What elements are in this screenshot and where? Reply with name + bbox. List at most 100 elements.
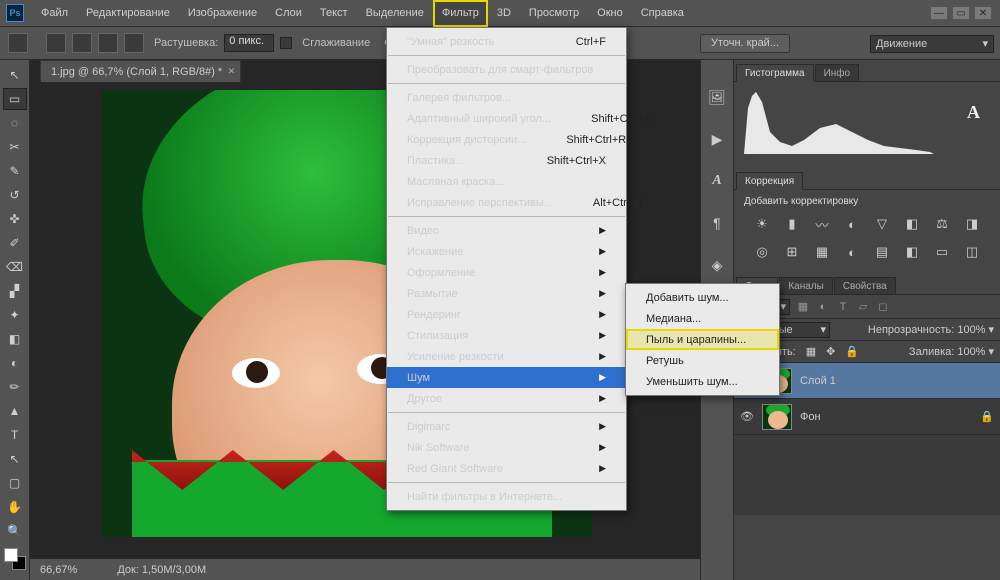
crop-tool[interactable]: ✎ <box>3 160 27 182</box>
feather-input[interactable]: 0 пикс. <box>224 34 274 52</box>
maximize-button[interactable]: ▭ <box>952 6 970 20</box>
menu-item-шум[interactable]: Шум▶ <box>387 367 626 388</box>
blur-tool[interactable]: ◐ <box>3 352 27 374</box>
posterize-icon[interactable]: ▤ <box>872 243 892 261</box>
curves-icon[interactable]: 〰 <box>812 215 832 233</box>
menu-item-найти-фильтры-в-интернете-[interactable]: Найти фильтры в Интернете... <box>387 486 626 507</box>
gradient-tool[interactable]: ◧ <box>3 328 27 350</box>
close-tab-icon[interactable]: ✕ <box>228 66 236 77</box>
invert-icon[interactable]: ◐ <box>842 243 862 261</box>
character-icon[interactable]: A <box>706 170 728 192</box>
gradient-map-icon[interactable]: ▭ <box>932 243 952 261</box>
filter-type-icon[interactable]: T <box>836 300 850 314</box>
tab-channels[interactable]: Каналы <box>779 277 833 294</box>
brush-tool[interactable]: ✐ <box>3 232 27 254</box>
path-select-tool[interactable]: ↖ <box>3 448 27 470</box>
histogram-warning-icon[interactable]: A <box>967 102 980 123</box>
lock-all-icon[interactable]: 🔒 <box>845 345 859 358</box>
tool-preset-icon[interactable] <box>8 33 28 53</box>
pen-tool[interactable]: ▲ <box>3 400 27 422</box>
healing-tool[interactable]: ✜ <box>3 208 27 230</box>
menu-layers[interactable]: Слои <box>266 0 311 27</box>
selection-intersect-icon[interactable] <box>124 33 144 53</box>
menu-filter[interactable]: Фильтр <box>433 0 488 27</box>
menu-edit[interactable]: Редактирование <box>77 0 179 27</box>
menu-item-видео[interactable]: Видео▶ <box>387 220 626 241</box>
stamp-tool[interactable]: ⌫ <box>3 256 27 278</box>
lasso-tool[interactable]: ◌ <box>3 112 27 134</box>
move-tool[interactable]: ↖ <box>3 64 27 86</box>
tab-adjustments[interactable]: Коррекция <box>736 172 803 190</box>
menu-item-усиление-резкости[interactable]: Усиление резкости▶ <box>387 346 626 367</box>
tab-histogram[interactable]: Гистограмма <box>736 64 814 82</box>
layer-name[interactable]: Фон <box>800 411 821 423</box>
menu-item-red-giant-software[interactable]: Red Giant Software▶ <box>387 458 626 479</box>
submenu-item-ретушь[interactable]: Ретушь <box>626 350 779 371</box>
menu-item-размытие[interactable]: Размытие▶ <box>387 283 626 304</box>
menu-view[interactable]: Просмотр <box>520 0 588 27</box>
menu-item-адаптивный-широкий-угол-[interactable]: Адаптивный широкий угол...Shift+Ctrl+A <box>387 108 626 129</box>
menu-3d[interactable]: 3D <box>488 0 520 27</box>
menu-item-оформление[interactable]: Оформление▶ <box>387 262 626 283</box>
minimize-button[interactable]: — <box>930 6 948 20</box>
type-tool[interactable]: T <box>3 424 27 446</box>
close-button[interactable]: ✕ <box>974 6 992 20</box>
menu-item-коррекция-дисторсии-[interactable]: Коррекция дисторсии...Shift+Ctrl+R <box>387 129 626 150</box>
actions-icon[interactable]: ▶ <box>706 128 728 150</box>
refine-edge-button[interactable]: Уточн. край... <box>700 34 790 53</box>
vibrance-icon[interactable]: ▽ <box>872 215 892 233</box>
selection-new-icon[interactable] <box>46 33 66 53</box>
magic-wand-tool[interactable]: ✂ <box>3 136 27 158</box>
tab-properties[interactable]: Свойства <box>834 277 896 294</box>
menu-item-масляная-краска-[interactable]: Масляная краска... <box>387 171 626 192</box>
zoom-value[interactable]: 66,67% <box>40 564 77 576</box>
menu-item-digimarc[interactable]: Digimarc▶ <box>387 416 626 437</box>
menu-select[interactable]: Выделение <box>357 0 433 27</box>
submenu-item-уменьшить-шум-[interactable]: Уменьшить шум... <box>626 371 779 392</box>
document-tab[interactable]: 1.jpg @ 66,7% (Слой 1, RGB/8#) * ✕ <box>40 60 241 82</box>
menu-item-преобразовать-для-смарт-фильтров[interactable]: Преобразовать для смарт-фильтров <box>387 59 626 80</box>
3d-icon[interactable]: ◈ <box>706 254 728 276</box>
menu-file[interactable]: Файл <box>32 0 77 27</box>
eyedropper-tool[interactable]: ↺ <box>3 184 27 206</box>
submenu-item-добавить-шум-[interactable]: Добавить шум... <box>626 287 779 308</box>
menu-window[interactable]: Окно <box>588 0 632 27</box>
menu-item-nik-software[interactable]: Nik Software▶ <box>387 437 626 458</box>
bw-icon[interactable]: ◨ <box>962 215 982 233</box>
photo-filter-icon[interactable]: ◎ <box>752 243 772 261</box>
menu-item--умная-резкость[interactable]: "Умная" резкостьCtrl+F <box>387 31 626 52</box>
menu-item-стилизация[interactable]: Стилизация▶ <box>387 325 626 346</box>
submenu-item-медиана-[interactable]: Медиана... <box>626 308 779 329</box>
menu-item-другое[interactable]: Другое▶ <box>387 388 626 409</box>
layer-thumbnail[interactable] <box>762 404 792 430</box>
color-swatches[interactable] <box>4 548 26 570</box>
menu-item-исправление-перспективы-[interactable]: Исправление перспективы...Alt+Ctrl+V <box>387 192 626 213</box>
antialias-checkbox[interactable] <box>280 37 292 49</box>
threshold-icon[interactable]: ◧ <box>902 243 922 261</box>
menu-item-искажение[interactable]: Искажение▶ <box>387 241 626 262</box>
tab-info[interactable]: Инфо <box>815 64 860 81</box>
eraser-tool[interactable]: ✦ <box>3 304 27 326</box>
levels-icon[interactable]: ▮ <box>782 215 802 233</box>
lock-position-icon[interactable]: ✥ <box>826 345 835 358</box>
menu-image[interactable]: Изображение <box>179 0 266 27</box>
workspace-dropdown[interactable]: Движение▾ <box>870 35 994 53</box>
mixer-icon[interactable]: ⊞ <box>782 243 802 261</box>
hand-tool[interactable]: ✋ <box>3 496 27 518</box>
foreground-color-swatch[interactable] <box>4 548 18 562</box>
shape-tool[interactable]: ▢ <box>3 472 27 494</box>
selection-subtract-icon[interactable] <box>98 33 118 53</box>
fill-value[interactable]: 100% <box>957 346 985 358</box>
submenu-item-пыль-и-царапины-[interactable]: Пыль и царапины... <box>626 329 779 350</box>
selection-add-icon[interactable] <box>72 33 92 53</box>
marquee-tool[interactable]: ▭ <box>3 88 27 110</box>
menu-help[interactable]: Справка <box>632 0 693 27</box>
filter-adjust-icon[interactable]: ◐ <box>816 300 830 314</box>
history-icon[interactable]: 🖼 <box>706 86 728 108</box>
menu-item-пластика-[interactable]: Пластика...Shift+Ctrl+X <box>387 150 626 171</box>
menu-text[interactable]: Текст <box>311 0 357 27</box>
layer-row-bg[interactable]: 👁 Фон 🔒 <box>734 399 1000 435</box>
history-brush-tool[interactable]: ▞ <box>3 280 27 302</box>
layer-name[interactable]: Слой 1 <box>800 375 836 387</box>
zoom-tool[interactable]: 🔍 <box>3 520 27 542</box>
